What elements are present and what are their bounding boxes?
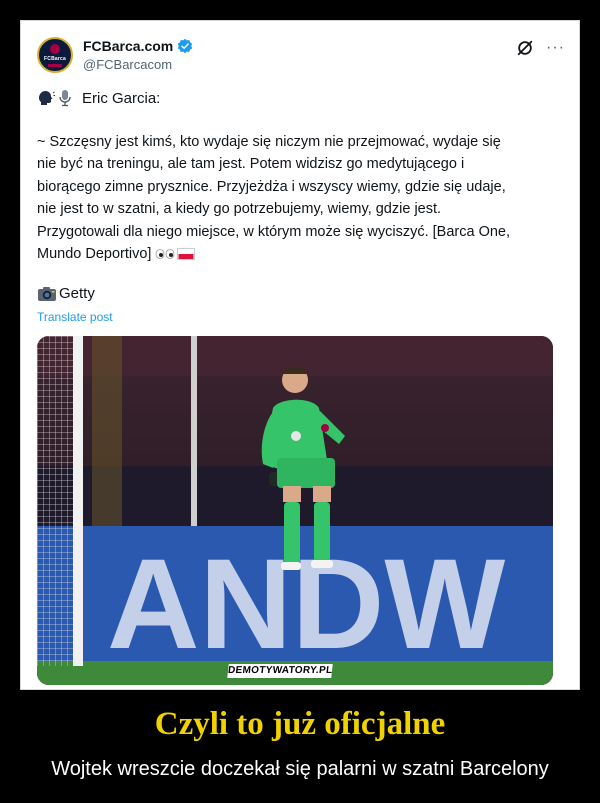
camera-icon <box>38 286 56 301</box>
avatar-wordmark: FCBarca <box>44 55 66 62</box>
author-avatar[interactable]: FCBarca <box>37 37 73 73</box>
more-icon[interactable]: ··· <box>546 40 565 56</box>
photo-credit-text: Getty <box>59 285 95 302</box>
avatar-crest-icon <box>50 43 60 54</box>
tweet-photo[interactable]: ANDW <box>37 336 553 685</box>
poland-flag-icon <box>177 248 196 261</box>
speaking-head-icon <box>39 91 55 105</box>
avatar-stripe <box>48 63 62 67</box>
author-handle[interactable]: @FCBarcacom <box>83 57 172 72</box>
verified-badge-icon <box>178 38 193 54</box>
tweet-body-text: ~ Szczęsny jest kimś, kto wydaje się nic… <box>37 134 511 263</box>
caption-subtitle: Wojtek wreszcie doczekał się palarni w s… <box>51 758 549 780</box>
demotywatory-watermark: DEMOTYWATORY.PL <box>227 664 333 678</box>
tweet-top-actions: ··· <box>516 39 565 57</box>
demotivator-frame: FCBarca FCBarca.com @FCBarcacom ··· Eric… <box>20 20 580 690</box>
translate-post-link[interactable]: Translate post <box>37 310 113 324</box>
microphone-icon <box>59 90 71 107</box>
goalkeeper-photo-illustration: ANDW <box>37 336 553 685</box>
author-display-name[interactable]: FCBarca.com <box>83 38 173 54</box>
ad-board-text: ANDW <box>107 533 505 676</box>
eyes-icon <box>156 249 175 260</box>
speaker-name: Eric Garcia: <box>82 89 161 107</box>
photo-credit: Getty <box>37 285 95 302</box>
caption-title: Czyli to już oficjalne <box>154 706 446 742</box>
grok-icon[interactable] <box>516 39 534 57</box>
speaker-line: Eric Garcia: <box>37 89 160 107</box>
tweet-text: ~ Szczęsny jest kimś, kto wydaje się nic… <box>37 131 565 265</box>
author-name-row: FCBarca.com <box>83 38 193 54</box>
